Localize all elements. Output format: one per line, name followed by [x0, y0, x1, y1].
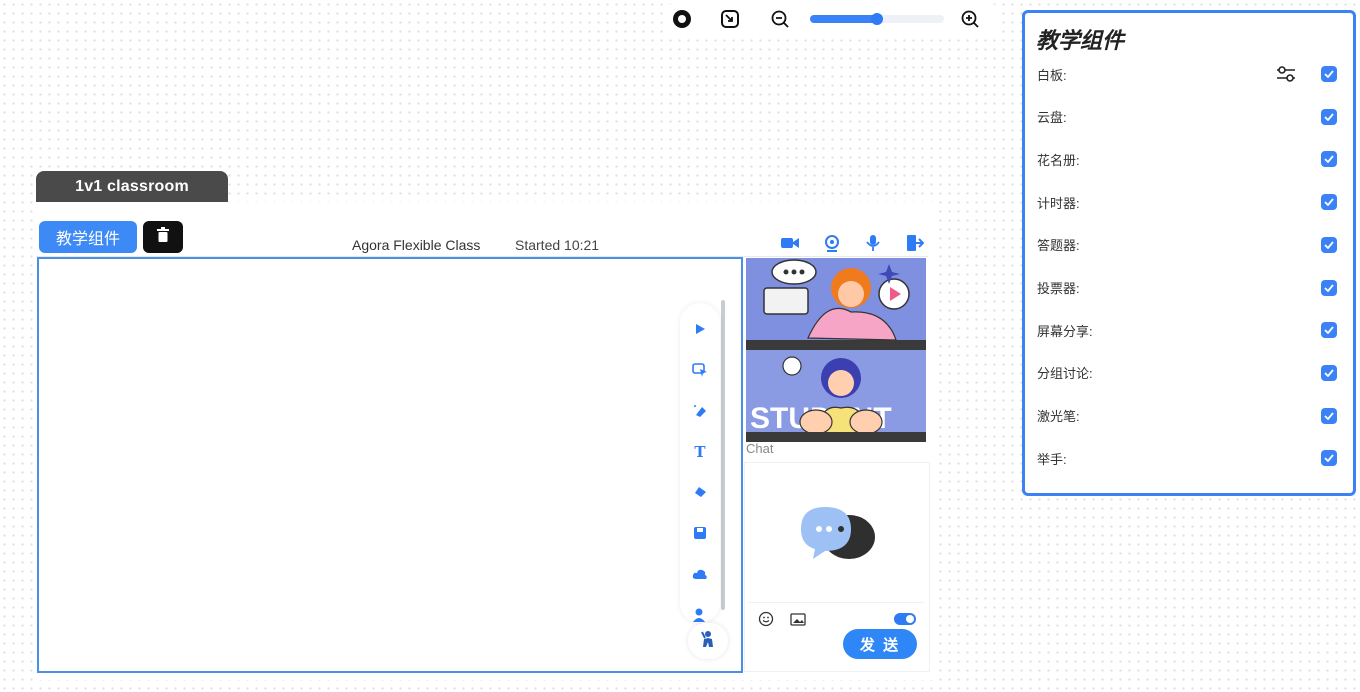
user-icon[interactable] [690, 605, 710, 625]
student-illustration: STUDENT [746, 350, 926, 442]
raise-hand-icon [699, 630, 717, 653]
widget-checkbox[interactable] [1321, 194, 1337, 211]
widget-label: 白板: [1037, 67, 1067, 83]
select-icon[interactable] [690, 319, 710, 339]
teacher-video[interactable] [746, 258, 926, 350]
widget-checkbox[interactable] [1321, 108, 1337, 125]
widget-row: 举手: [1037, 446, 1337, 470]
check-icon [1324, 369, 1334, 377]
teacher-illustration [746, 258, 926, 350]
classroom-tab[interactable]: 1v1 classroom [36, 171, 228, 202]
pen-icon[interactable] [690, 401, 710, 421]
zoom-slider[interactable] [810, 13, 944, 25]
widget-label: 计时器: [1037, 195, 1080, 211]
widget-label: 投票器: [1037, 281, 1080, 296]
chat-label: Chat [746, 441, 774, 456]
widget-row: 花名册: [1037, 147, 1337, 171]
chat-empty-icon [801, 507, 875, 559]
microphone-icon[interactable] [863, 233, 883, 253]
check-icon [1324, 241, 1334, 249]
whiteboard-toolbar: T [680, 303, 720, 623]
zoom-toolbar [662, 2, 1002, 36]
zoom-slider-knob[interactable] [871, 13, 883, 25]
save-icon[interactable] [690, 523, 710, 543]
record-icon[interactable] [672, 9, 692, 29]
widget-label: 屏幕分享: [1037, 323, 1093, 339]
check-icon [1324, 283, 1334, 292]
zoom-out-icon[interactable] [770, 9, 790, 29]
mute-all-toggle[interactable] [894, 613, 916, 625]
widget-row: 云盘: [1037, 105, 1337, 129]
check-icon [1324, 155, 1334, 164]
fit-screen-icon[interactable] [720, 9, 740, 29]
check-icon [1324, 70, 1334, 78]
webcam-icon[interactable] [822, 233, 842, 253]
widget-row: 白板: [1037, 62, 1337, 86]
whiteboard[interactable] [37, 257, 743, 673]
widget-checkbox[interactable] [1321, 151, 1337, 168]
widget-row: 屏幕分享: [1037, 318, 1337, 342]
panel-title: 教学组件 [1036, 28, 1125, 53]
camera-icon[interactable] [780, 233, 800, 253]
shape-icon[interactable] [690, 360, 710, 380]
check-icon [1324, 113, 1334, 121]
trash-icon [156, 226, 170, 248]
widget-checkbox[interactable] [1321, 279, 1337, 296]
check-icon [1324, 198, 1334, 207]
widget-checkbox[interactable] [1321, 364, 1337, 381]
teaching-widgets-button[interactable]: 教学组件 [39, 221, 137, 253]
widget-label: 云盘: [1037, 110, 1067, 126]
image-icon[interactable] [790, 613, 806, 631]
widget-label: 分组讨论: [1037, 366, 1093, 382]
widget-checkbox[interactable] [1321, 236, 1337, 253]
check-icon [1324, 326, 1334, 335]
class-timer: Started 10:21 [515, 237, 600, 253]
teaching-widgets-panel: 教学组件 白板: 云盘: 花名册: 计时器: 答题器: 投票器: 屏幕分享: 分组讨论: 激光笔… [1022, 10, 1356, 496]
whiteboard-settings-icon[interactable] [1275, 64, 1297, 84]
text-icon[interactable]: T [690, 442, 710, 462]
widget-row: 答题器: [1037, 233, 1337, 257]
widget-label: 举手: [1037, 451, 1067, 467]
raise-hand-button[interactable] [688, 623, 728, 659]
send-button[interactable]: 发 送 [843, 629, 917, 659]
check-icon [1324, 412, 1334, 420]
student-video[interactable]: STUDENT [746, 350, 926, 442]
exit-icon[interactable] [905, 233, 925, 253]
emoji-icon[interactable] [758, 611, 774, 632]
widget-checkbox[interactable] [1321, 66, 1337, 82]
delete-button[interactable] [143, 221, 183, 253]
app-title: Agora Flexible Class [352, 237, 481, 253]
widget-row: 激光笔: [1037, 404, 1337, 428]
check-icon [1324, 454, 1334, 463]
teacher-video-bar [746, 340, 926, 350]
zoom-in-icon[interactable] [960, 9, 980, 29]
eraser-icon[interactable] [690, 482, 710, 502]
widget-label: 花名册: [1037, 152, 1080, 168]
widget-label: 激光笔: [1037, 409, 1080, 425]
widget-row: 投票器: [1037, 276, 1337, 300]
cloud-icon[interactable] [690, 564, 710, 584]
widget-label: 答题器: [1037, 238, 1080, 254]
widget-checkbox[interactable] [1321, 322, 1337, 339]
widget-row: 分组讨论: [1037, 361, 1337, 385]
toolbar-scrollbar[interactable] [721, 300, 725, 610]
zoom-slider-fill [810, 15, 877, 23]
widget-row: 计时器: [1037, 190, 1337, 214]
widget-checkbox[interactable] [1321, 407, 1337, 424]
widget-checkbox[interactable] [1321, 450, 1337, 467]
